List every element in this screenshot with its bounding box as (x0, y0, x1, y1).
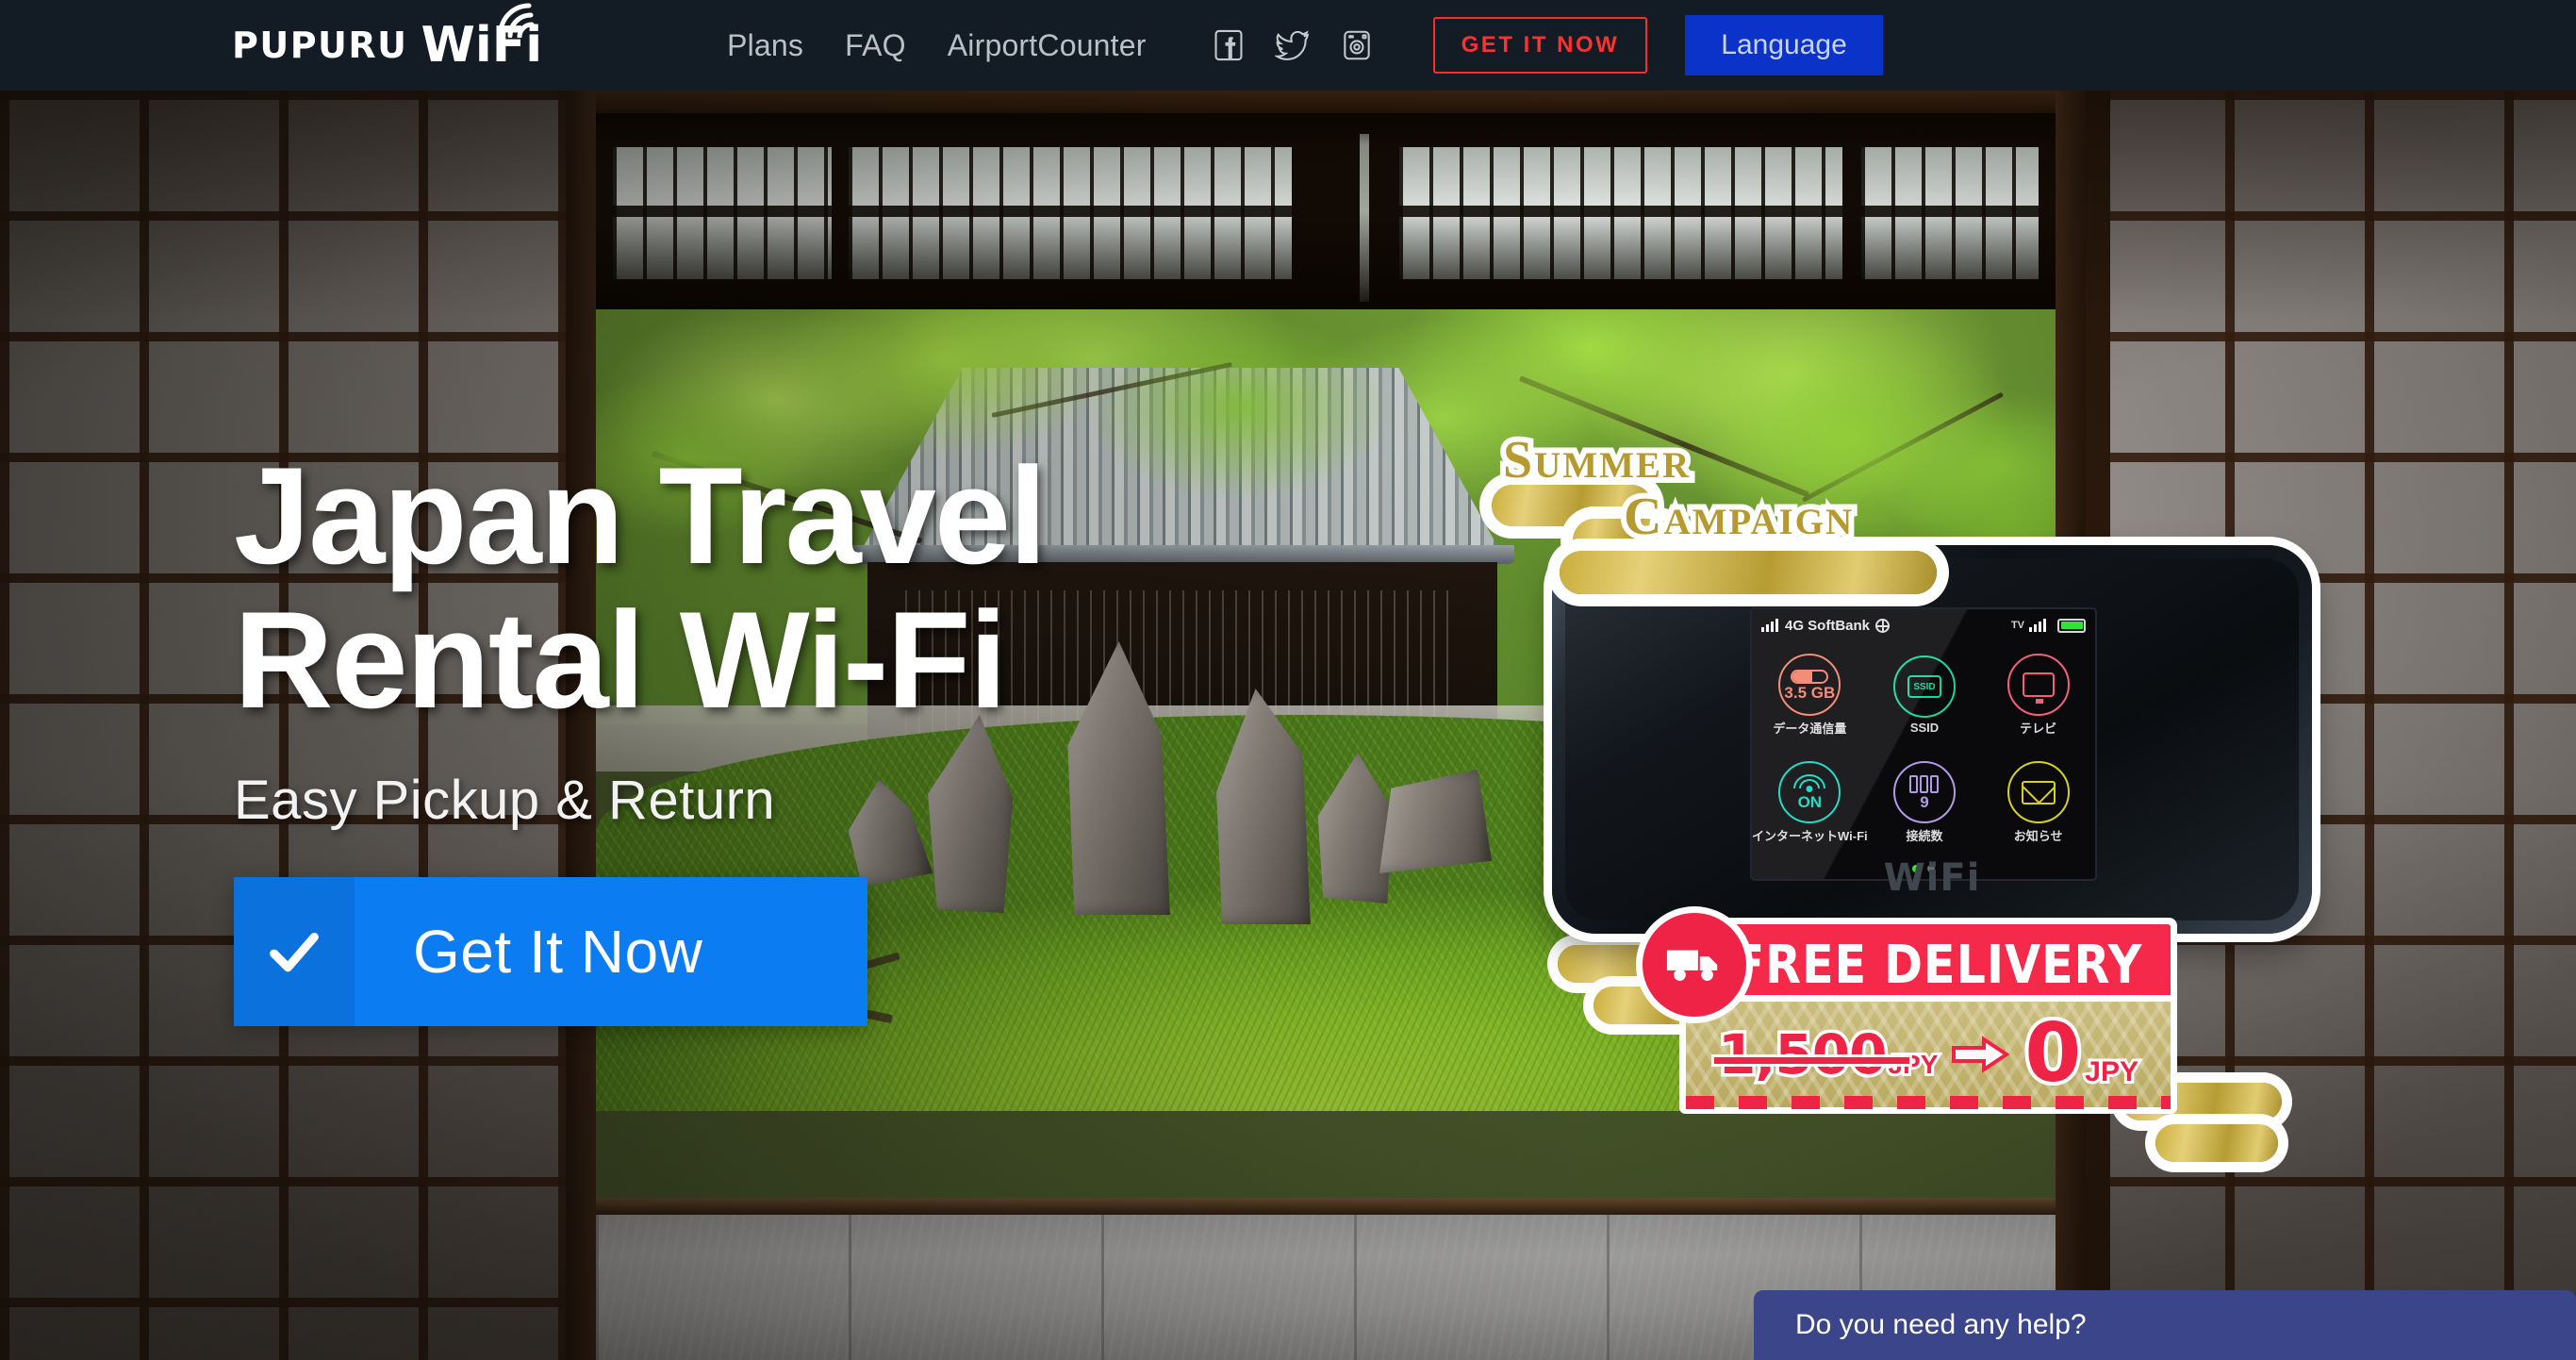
status-right-group: TV (2010, 618, 2086, 633)
price-comparison-badge: 1,500 JPY 0 JPY (1686, 1002, 2171, 1107)
timber-frame-top (566, 91, 2086, 113)
free-delivery-banner: FREE DELIVERY (1705, 924, 2171, 1005)
device-tile-connections[interactable]: 9 接続数 (1868, 749, 1982, 856)
device-tile-ssid[interactable]: SSID SSID (1868, 641, 1982, 749)
old-price-amount: 1,500 (1715, 1020, 1891, 1090)
transom-pane (849, 147, 1292, 279)
tile-label: お知らせ (2013, 829, 2063, 843)
device-screen: 4G SoftBank TV 3.5 GB データ通信量 SSID SSID テ… (1750, 607, 2097, 881)
tv-signal-bars-icon (2029, 619, 2046, 632)
tile-label: データ通信量 (1773, 721, 1847, 736)
ssid-icon: SSID (1892, 655, 1956, 718)
wifi-icon: ON (1778, 761, 1841, 823)
campaign-gold-bar (1560, 551, 1937, 594)
tv-status-label: TV (2010, 620, 2024, 631)
hero-headline-line1: Japan Travel (234, 439, 1048, 592)
summer-campaign-badge: Summer Campaign (1482, 413, 1937, 602)
gold-cloud-decoration (2155, 1124, 2278, 1162)
site-logo[interactable]: PuPuRu WiFi (232, 3, 542, 70)
battery-full-icon (2057, 618, 2086, 633)
free-delivery-promo: FREE DELIVERY 1,500 JPY 0 JPY (1643, 913, 2171, 1109)
facebook-icon[interactable] (1211, 27, 1247, 63)
delivery-truck-icon (1643, 913, 1746, 1017)
hero-subtitle: Easy Pickup & Return (234, 769, 776, 831)
device-status-bar: 4G SoftBank TV (1752, 615, 2095, 636)
device-menu-grid: 3.5 GB データ通信量 SSID SSID テレビ ON インターネットWi… (1752, 641, 2095, 856)
nav-item-airport-counter[interactable]: AirportCounter (948, 28, 1147, 63)
hero-get-it-now-button[interactable]: Get It Now (234, 876, 867, 1026)
nav-item-faq[interactable]: FAQ (845, 28, 906, 63)
logo-text-secondary: WiFi (421, 3, 542, 70)
veranda-sill (596, 1198, 2056, 1215)
devices-icon: 9 (1892, 761, 1956, 823)
transom-pane (1861, 147, 2039, 279)
old-price-currency: JPY (1885, 1047, 1940, 1082)
envelope-shape (2021, 780, 2056, 804)
tile-label: インターネットWi-Fi (1752, 829, 1868, 843)
connected-phones-shape (1909, 774, 1940, 793)
nav-item-plans[interactable]: Plans (727, 28, 803, 63)
promo-dashed-edge (1686, 1096, 2171, 1109)
tv-icon (2006, 654, 2070, 716)
tile-label: SSID (1909, 721, 1940, 735)
old-price-group: 1,500 JPY (1714, 1020, 1940, 1090)
device-tile-wifi[interactable]: ON インターネットWi-Fi (1752, 749, 1868, 856)
globe-icon (1875, 618, 1891, 633)
chat-message: Do you need any help? (1795, 1309, 2087, 1340)
new-price-currency: JPY (2082, 1053, 2141, 1090)
twitter-icon[interactable] (1274, 27, 1311, 63)
wifi-state: ON (1797, 793, 1823, 811)
transom-windows (596, 113, 2056, 309)
tile-label: テレビ (2020, 721, 2057, 736)
connection-count: 9 (1920, 792, 1929, 811)
new-price-group: 0 JPY (2021, 1006, 2141, 1102)
device-tile-notice[interactable]: お知らせ (1981, 749, 2095, 856)
signal-bars-icon (1761, 619, 1778, 632)
page-root: PuPuRu WiFi Plans FAQ AirportCounter (0, 0, 2576, 1360)
truck-glyph (1666, 950, 1718, 981)
data-pill-icon: 3.5 GB (1778, 654, 1841, 716)
data-value: 3.5 GB (1784, 683, 1836, 702)
get-it-now-button[interactable]: GET IT NOW (1432, 17, 1648, 74)
cta-check-panel (234, 876, 355, 1026)
device-body: 4G SoftBank TV 3.5 GB データ通信量 SSID SSID テ… (1565, 558, 2299, 920)
social-links (1211, 27, 1375, 63)
new-price-amount: 0 (2021, 1006, 2085, 1102)
data-usage-bar (1791, 669, 1829, 684)
top-navigation-bar: PuPuRu WiFi Plans FAQ AirportCounter (0, 0, 2576, 91)
transom-mullion (1360, 134, 1369, 302)
instagram-icon[interactable] (1339, 27, 1375, 63)
tile-label: 接続数 (1906, 829, 1943, 843)
check-icon (270, 932, 319, 971)
pocket-wifi-device: 4G SoftBank TV 3.5 GB データ通信量 SSID SSID テ… (1552, 545, 2312, 934)
chat-help-widget[interactable]: Do you need any help? (1754, 1290, 2576, 1360)
device-tile-tv[interactable]: テレビ (1981, 641, 2095, 749)
ssid-box-label: SSID (1907, 675, 1941, 698)
logo-text-primary: PuPuRu (232, 25, 408, 66)
free-delivery-label: FREE DELIVERY (1732, 934, 2143, 996)
hero-headline-line2: Rental Wi-Fi (234, 583, 1007, 738)
right-arrow-icon (1952, 1036, 2011, 1073)
hero-content: Japan Travel Rental Wi-Fi Easy Pickup & … (234, 439, 1048, 1026)
main-nav: Plans FAQ AirportCounter (727, 28, 1147, 63)
transom-pane (613, 147, 832, 279)
mail-icon (2006, 761, 2070, 823)
transom-pane (1399, 147, 1842, 279)
network-label: 4G SoftBank (1785, 617, 1871, 634)
campaign-word-campaign: Campaign (1618, 482, 1858, 552)
tv-screen-shape (2022, 672, 2055, 704)
wifi-signal-icon (498, 3, 535, 38)
campaign-word-summer: Summer (1497, 425, 1694, 495)
language-button[interactable]: Language (1685, 15, 1883, 75)
device-brand-text: WiFi (1883, 856, 1981, 900)
cta-label: Get It Now (355, 876, 867, 1026)
device-tile-data[interactable]: 3.5 GB データ通信量 (1752, 641, 1868, 749)
wifi-waves-shape (1792, 774, 1826, 793)
